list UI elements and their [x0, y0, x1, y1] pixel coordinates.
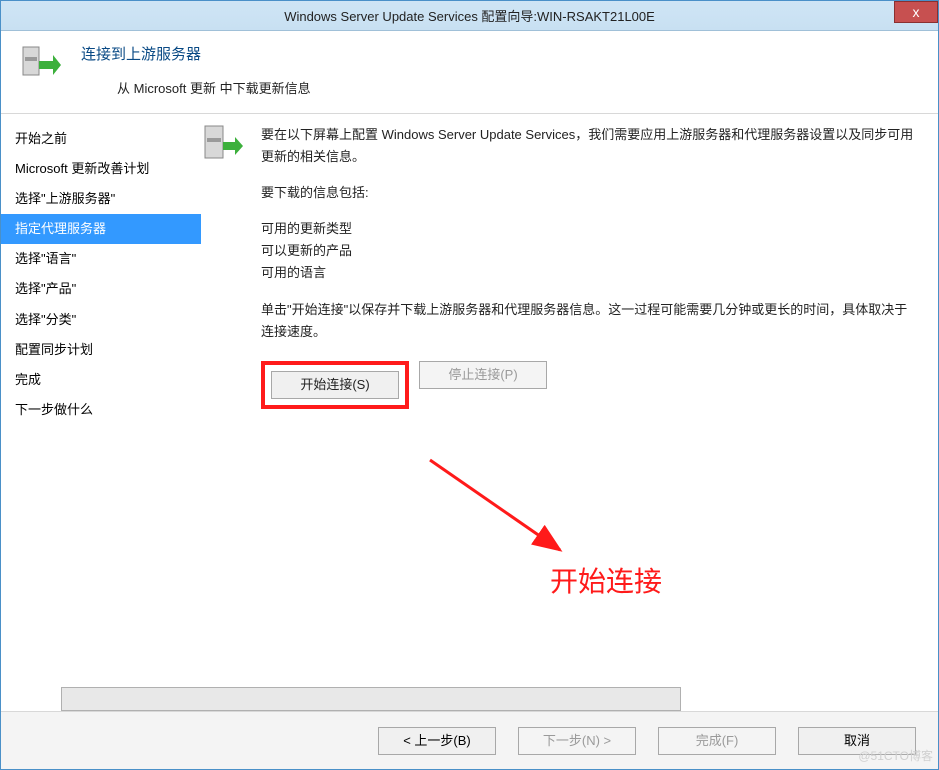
sidebar-item-improvement[interactable]: Microsoft 更新改善计划 [1, 154, 201, 184]
content-list-3: 可用的语言 [261, 262, 920, 284]
body: 开始之前 Microsoft 更新改善计划 选择"上游服务器" 指定代理服务器 … [1, 114, 938, 669]
titlebar: Windows Server Update Services 配置向导:WIN-… [1, 1, 938, 31]
page-subtitle: 从 Microsoft 更新 中下载更新信息 [81, 78, 920, 97]
sidebar: 开始之前 Microsoft 更新改善计划 选择"上游服务器" 指定代理服务器 … [1, 114, 201, 669]
footer: < 上一步(B) 下一步(N) > 完成(F) 取消 [1, 711, 938, 769]
sidebar-item-next-what[interactable]: 下一步做什么 [1, 395, 201, 425]
header: 连接到上游服务器 从 Microsoft 更新 中下载更新信息 [1, 31, 938, 114]
content-list-1: 可用的更新类型 [261, 218, 920, 240]
content-para-1: 要在以下屏幕上配置 Windows Server Update Services… [261, 124, 920, 168]
progress-bar [61, 687, 681, 711]
sidebar-item-language[interactable]: 选择"语言" [1, 244, 201, 274]
content-para-2: 要下载的信息包括: [261, 182, 920, 204]
cancel-button[interactable]: 取消 [798, 727, 916, 755]
content-para-3: 单击"开始连接"以保存并下载上游服务器和代理服务器信息。这一过程可能需要几分钟或… [261, 299, 920, 343]
sidebar-item-before[interactable]: 开始之前 [1, 124, 201, 154]
content: 要在以下屏幕上配置 Windows Server Update Services… [201, 114, 938, 669]
sidebar-item-proxy[interactable]: 指定代理服务器 [1, 214, 201, 244]
wizard-header-icon [19, 43, 63, 87]
annotation-highlight: 开始连接(S) [261, 361, 409, 409]
content-server-icon [201, 124, 245, 168]
sidebar-item-product[interactable]: 选择"产品" [1, 274, 201, 304]
window-title: Windows Server Update Services 配置向导:WIN-… [1, 6, 938, 25]
start-connect-button[interactable]: 开始连接(S) [271, 371, 399, 399]
content-list-2: 可以更新的产品 [261, 240, 920, 262]
next-button: 下一步(N) > [518, 727, 636, 755]
sidebar-item-upstream[interactable]: 选择"上游服务器" [1, 184, 201, 214]
page-title: 连接到上游服务器 [81, 43, 920, 64]
sidebar-item-sync[interactable]: 配置同步计划 [1, 335, 201, 365]
close-button[interactable]: x [894, 1, 938, 23]
connect-button-row: 开始连接(S) 停止连接(P) [261, 361, 920, 409]
stop-connect-button: 停止连接(P) [419, 361, 547, 389]
finish-button: 完成(F) [658, 727, 776, 755]
back-button[interactable]: < 上一步(B) [378, 727, 496, 755]
sidebar-item-category[interactable]: 选择"分类" [1, 305, 201, 335]
sidebar-item-finish[interactable]: 完成 [1, 365, 201, 395]
wizard-window: Windows Server Update Services 配置向导:WIN-… [0, 0, 939, 770]
